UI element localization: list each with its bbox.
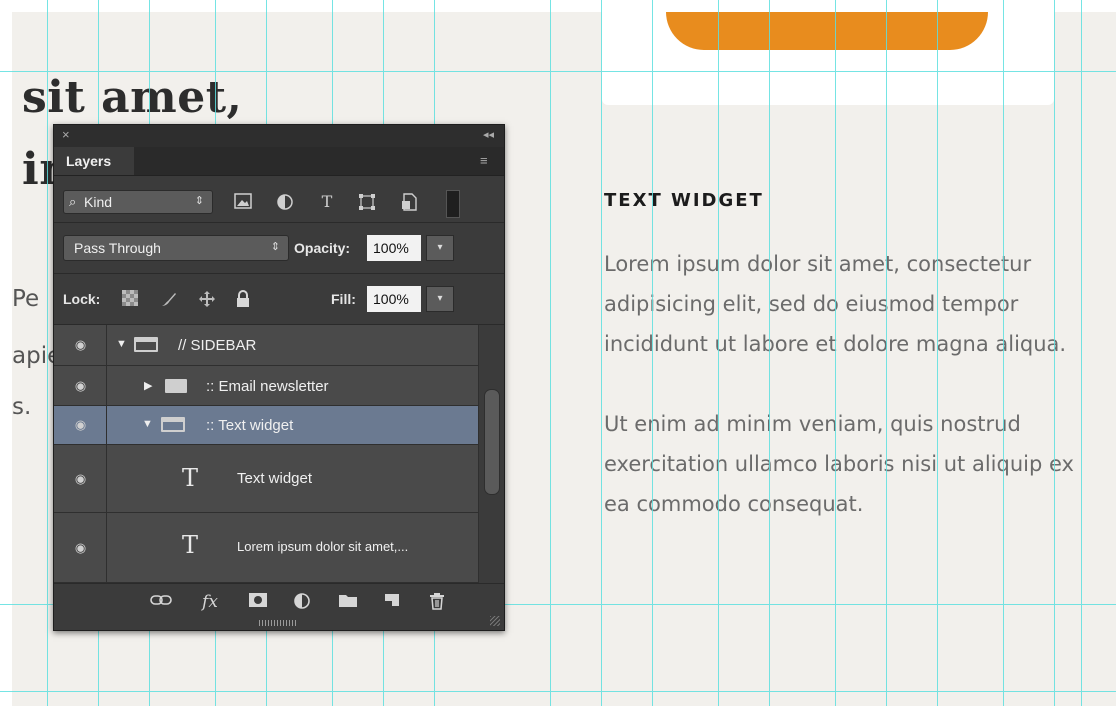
collapse-panel-icon[interactable]: ◂◂ [483,128,494,141]
layers-panel: × ◂◂ Layers ≡ ⌕ Kind ⇕ T Pass Through ⇕ [53,124,505,631]
layer-list-scrollbar[interactable] [478,325,504,583]
eye-icon: ◉ [74,377,87,393]
blend-mode-value: Pass Through [74,240,161,256]
new-layer-icon[interactable] [381,592,403,612]
type-filter-icon[interactable]: T [318,193,336,211]
eye-icon: ◉ [74,539,87,555]
filter-kind-select[interactable]: ⌕ Kind ⇕ [63,190,213,214]
new-group-icon[interactable] [337,592,359,612]
opacity-label: Opacity: [294,240,351,256]
visibility-eye-icon[interactable]: ◉ [54,513,107,582]
expand-triangle-icon[interactable]: ▼ [116,338,127,350]
panel-tab-row: Layers ≡ [54,147,504,176]
lock-position-icon[interactable] [198,290,216,308]
visibility-eye-icon[interactable]: ◉ [54,406,107,444]
opacity-field[interactable]: 100% [367,235,421,261]
image-filter-icon[interactable] [234,193,252,211]
panel-menu-icon[interactable]: ≡ [480,153,496,168]
panel-title-bar[interactable]: × ◂◂ [54,125,504,147]
lock-image-pixels-icon[interactable] [160,290,178,308]
blend-row: Pass Through ⇕ Opacity: 100% ▾ [54,223,504,274]
lock-all-icon[interactable] [234,290,252,308]
eye-icon: ◉ [74,417,87,432]
fill-field[interactable]: 100% [367,286,421,312]
smart-object-filter-icon[interactable] [400,193,418,211]
type-layer-icon: T [182,464,199,492]
folder-icon [165,379,187,393]
link-layers-icon[interactable] [150,592,172,612]
shape-filter-icon[interactable] [358,193,376,211]
layer-row-email-newsletter-group[interactable]: ◉ ▶ :: Email newsletter [54,366,478,406]
mask-icon[interactable] [247,592,269,612]
layer-row-lorem-type[interactable]: ◉ T Lorem ipsum dolor sit amet,... [54,513,478,583]
select-arrows-icon: ⇕ [270,241,280,253]
blend-mode-select[interactable]: Pass Through ⇕ [63,235,289,261]
text-widget-paragraph: Lorem ipsum dolor sit amet, consectetur … [604,252,1067,356]
article-heading-line-1: sit amet, [22,72,243,123]
trash-icon[interactable] [426,592,448,612]
adjustment-filter-icon[interactable] [276,193,294,211]
eye-icon: ◉ [74,337,87,352]
panel-drag-grip[interactable] [259,620,297,626]
visibility-eye-icon[interactable]: ◉ [54,366,107,405]
adjustment-layer-icon[interactable] [292,592,314,612]
close-icon[interactable]: × [62,127,70,142]
fx-icon[interactable]: fx [199,592,221,612]
fill-dropdown-button[interactable]: ▾ [426,286,454,312]
search-icon: ⌕ [69,194,77,209]
layer-name[interactable]: // SIDEBAR [178,337,256,354]
body-text-fragment: s. [12,394,32,420]
tab-layers[interactable]: Layers [54,147,134,175]
lock-transparent-pixels-icon[interactable] [121,290,139,308]
layer-row-text-widget-type[interactable]: ◉ T Text widget [54,445,478,513]
text-widget-title: TEXT WIDGET [604,190,764,211]
collapse-triangle-icon[interactable]: ▶ [144,379,152,392]
select-arrows-icon: ⇕ [194,195,204,207]
panel-resize-handle[interactable] [490,616,500,626]
orange-button-shape [666,12,988,50]
layer-name[interactable]: Lorem ipsum dolor sit amet,... [237,539,408,554]
expand-triangle-icon[interactable]: ▼ [142,418,153,430]
text-widget-body: Lorem ipsum dolor sit amet, consectetur … [604,244,1074,564]
layer-row-sidebar-group[interactable]: ◉ ▼ // SIDEBAR [54,325,478,366]
layer-filter-row: ⌕ Kind ⇕ T [54,176,504,223]
open-folder-icon [161,417,185,432]
layer-name[interactable]: :: Text widget [206,417,293,434]
visibility-eye-icon[interactable]: ◉ [54,445,107,512]
visibility-eye-icon[interactable]: ◉ [54,325,107,365]
fill-label: Fill: [331,291,356,307]
layer-name[interactable]: :: Email newsletter [206,378,329,395]
open-folder-icon [134,337,158,352]
layer-row-text-widget-group[interactable]: ◉ ▼ :: Text widget [54,406,478,445]
filter-toggle-switch[interactable] [446,190,460,218]
lock-label: Lock: [63,291,101,307]
type-layer-icon: T [182,531,199,559]
layer-name[interactable]: Text widget [237,470,312,487]
lock-row: Lock: Fill: 100% ▾ [54,274,504,325]
scrollbar-thumb[interactable] [484,389,500,495]
eye-icon: ◉ [74,470,87,486]
filter-kind-label: Kind [84,194,113,210]
text-widget-paragraph: Ut enim ad minim veniam, quis nostrud ex… [604,412,1074,516]
panel-bottom-toolbar: fx [54,583,504,622]
layer-list: ◉ ▼ // SIDEBAR ◉ ▶ :: Email newsletter ◉… [54,325,478,583]
opacity-dropdown-button[interactable]: ▾ [426,235,454,261]
body-text-fragment: Pe [12,286,40,312]
